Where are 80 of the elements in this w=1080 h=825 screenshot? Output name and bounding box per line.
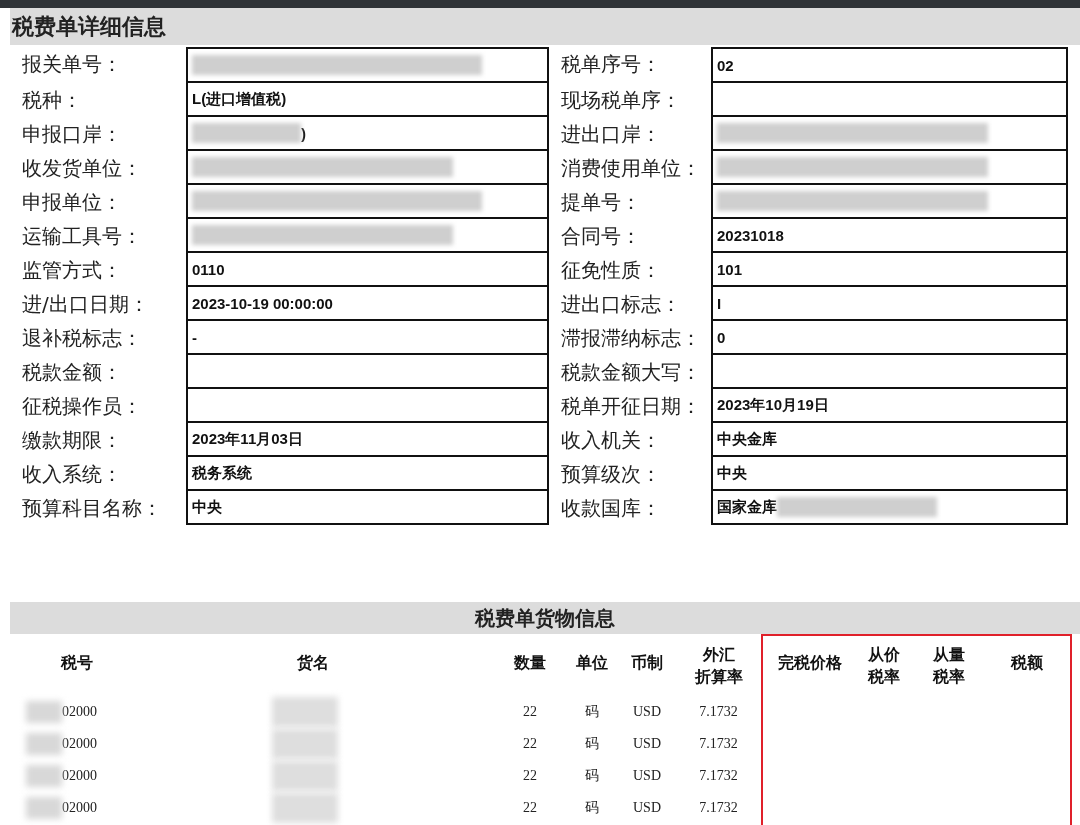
column-header: 从量	[933, 644, 965, 666]
table-cell: 7.1732	[699, 800, 738, 816]
column-header: 税额	[1011, 652, 1043, 674]
table-cell: 22	[523, 736, 537, 752]
field-value: I	[711, 285, 1068, 321]
table-cell: 码	[585, 799, 599, 817]
field-label: 消费使用单位：	[561, 154, 702, 182]
table-cell: 22	[523, 768, 537, 784]
field-value: 2023-10-19 00:00:00	[186, 285, 549, 321]
field-value: 中央	[186, 489, 549, 525]
field-label: 预算科目名称：	[22, 494, 163, 522]
field-value: 0110	[186, 251, 549, 287]
table-cell: 02000	[62, 768, 97, 784]
field-label: 申报口岸：	[22, 120, 123, 148]
field-value: 101	[711, 251, 1068, 287]
column-header: 从价	[868, 644, 900, 666]
column-header: 货名	[297, 652, 329, 674]
table-cell: USD	[633, 800, 661, 816]
field-label: 退补税标志：	[22, 324, 143, 352]
field-value: 2023年10月19日	[711, 387, 1068, 423]
table-cell: USD	[633, 704, 661, 720]
field-label: 提单号：	[561, 188, 642, 216]
field-label: 税款金额大写：	[561, 358, 702, 386]
section-title: 税费单详细信息	[10, 8, 1080, 45]
column-header: 币制	[631, 652, 663, 674]
table-cell: 码	[585, 735, 599, 753]
field-label: 收入机关：	[561, 426, 662, 454]
table-cell: 7.1732	[699, 704, 738, 720]
field-label: 进出口标志：	[561, 290, 682, 318]
field-label: 税单开征日期：	[561, 392, 702, 420]
field-label: 征免性质：	[561, 256, 662, 284]
field-label: 运输工具号：	[22, 222, 143, 250]
field-value: 国家金库	[711, 489, 1068, 525]
column-header: 折算率	[694, 666, 743, 688]
table-cell: 22	[523, 704, 537, 720]
column-header: 单位	[576, 652, 608, 674]
field-value: 税务系统	[186, 455, 549, 491]
field-label: 申报单位：	[22, 188, 123, 216]
table-cell: 02000	[62, 704, 97, 720]
column-header: 数量	[514, 652, 546, 674]
field-value: 中央金库	[711, 421, 1068, 457]
column-header: 外汇	[702, 644, 735, 666]
field-label: 税款金额：	[22, 358, 123, 386]
field-value: -	[186, 319, 549, 355]
column-header: 税号	[61, 652, 93, 674]
column-header: 税率	[933, 666, 965, 688]
field-value: )	[186, 115, 549, 151]
table-cell: 02000	[62, 800, 97, 816]
field-label: 缴款期限：	[22, 426, 123, 454]
table-cell: USD	[633, 768, 661, 784]
field-value: L(进口增值税)	[186, 81, 549, 117]
field-label: 收款国库：	[561, 494, 662, 522]
field-label: 收入系统：	[22, 460, 123, 488]
field-label: 税种：	[22, 86, 83, 114]
field-value: 2023年11月03日	[186, 421, 549, 457]
table-cell: 码	[585, 767, 599, 785]
field-label: 监管方式：	[22, 256, 123, 284]
field-label: 进/出口日期：	[22, 290, 150, 318]
field-label: 滞报滞纳标志：	[561, 324, 702, 352]
field-label: 收发货单位：	[22, 154, 143, 182]
field-label: 进出口岸：	[561, 120, 662, 148]
table-cell: 7.1732	[699, 768, 738, 784]
table-cell: 22	[523, 800, 537, 816]
field-label: 预算级次：	[561, 460, 662, 488]
field-label: 税单序号：	[561, 50, 662, 78]
field-value: 20231018	[711, 217, 1068, 253]
table-cell: 02000	[62, 736, 97, 752]
field-label: 报关单号：	[22, 50, 123, 78]
column-header: 税率	[868, 666, 900, 688]
table-cell: 7.1732	[699, 736, 738, 752]
field-label: 现场税单序：	[561, 86, 682, 114]
field-label: 征税操作员：	[22, 392, 143, 420]
field-value: 02	[711, 47, 1068, 83]
section-title: 税费单货物信息	[10, 602, 1080, 634]
field-label: 合同号：	[561, 222, 642, 250]
field-value: 中央	[711, 455, 1068, 491]
table-cell: 码	[585, 703, 599, 721]
field-value: 0	[711, 319, 1068, 355]
column-header: 完税价格	[778, 652, 842, 674]
table-cell: USD	[633, 736, 661, 752]
